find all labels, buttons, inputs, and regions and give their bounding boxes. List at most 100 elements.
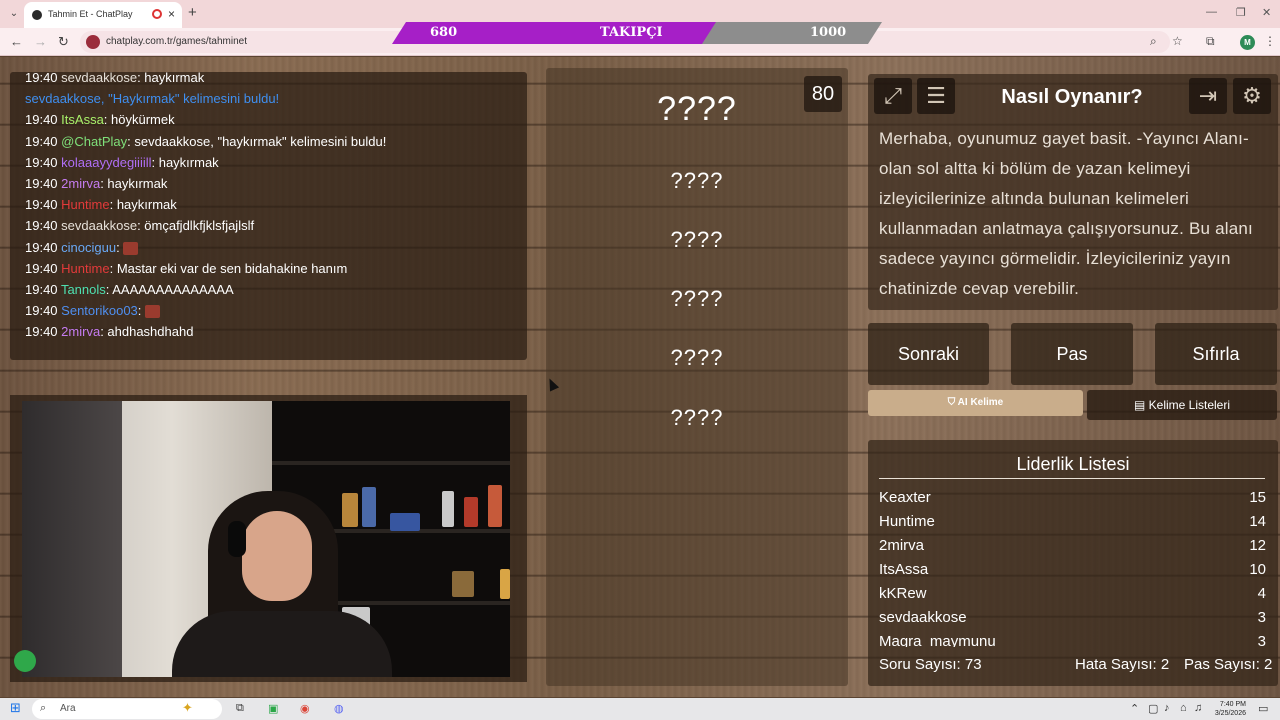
exit-icon[interactable]: ⇥ xyxy=(1189,78,1227,114)
chat-username[interactable]: kolaaayydegiiiill xyxy=(61,155,151,170)
leaderboard-row: 2mirva 12 xyxy=(879,537,1266,557)
chat-message: 19:40 Huntime: Mastar eki var de sen bid… xyxy=(25,261,347,276)
back-icon[interactable]: ← xyxy=(10,34,23,49)
url-text: chatplay.com.tr/games/tahminet xyxy=(106,36,247,47)
leaderboard-score: 3 xyxy=(1257,609,1266,626)
leaderboard-score: 4 xyxy=(1257,585,1266,602)
chat-time: 19:40 xyxy=(25,303,58,319)
word-lists-button[interactable]: ▤ Kelime Listeleri xyxy=(1087,390,1277,420)
webcam-shelf-item xyxy=(464,497,478,527)
webcam-shelf-board xyxy=(272,461,510,465)
chat-message: 19:40 Sentorikoo03: xyxy=(25,303,161,319)
next-button[interactable]: Sonraki xyxy=(868,323,989,385)
leaderboard-name: kKRew xyxy=(879,585,927,602)
ai-word-button[interactable]: ⛉ AI Kelime xyxy=(868,390,1083,416)
leaderboard-name: ItsAssa xyxy=(879,561,929,578)
tray-chevron-icon[interactable]: ⌃ xyxy=(1130,702,1139,715)
chat-time: 19:40 xyxy=(25,239,58,255)
chat-text: : ömçafjdlkfjklsfjajlslf xyxy=(137,218,255,234)
target-word: ???? xyxy=(657,90,737,128)
follower-progress-remaining xyxy=(702,22,882,44)
chat-time: 19:40 xyxy=(25,218,58,234)
site-info-icon[interactable] xyxy=(86,35,100,49)
webcam-shelf-item xyxy=(500,569,510,599)
webcam-shelf-item xyxy=(452,571,474,597)
maximize-icon[interactable]: ❐ xyxy=(1236,6,1246,19)
follower-label: TAKIPÇI xyxy=(600,25,663,40)
tab-search-icon[interactable]: ⌄ xyxy=(6,6,22,22)
chat-text: : xyxy=(137,303,142,319)
chat-username[interactable]: sevdaakkose xyxy=(61,218,137,233)
chatplay-favicon-icon xyxy=(32,10,42,20)
chat-username[interactable]: ItsAssa xyxy=(61,112,104,127)
leaderboard-row: kKRew 4 xyxy=(879,585,1266,605)
bookmark-star-icon[interactable]: ☆ xyxy=(1172,34,1183,48)
zoom-icon[interactable]: ⌕ xyxy=(1150,34,1157,49)
chat-time: 19:40 xyxy=(25,282,58,297)
webcam-shelf-item xyxy=(362,487,376,527)
chat-message: 19:40 kolaaayydegiiiill: haykırmak xyxy=(25,155,219,170)
windows-start-icon[interactable]: ⊞ xyxy=(10,700,21,716)
chat-message: 19:40 2mirva: haykırmak xyxy=(25,176,167,191)
forbidden-word: ???? xyxy=(670,168,724,193)
chat-text: : sevdaakkose, "haykırmak" kelimesini bu… xyxy=(127,133,387,149)
forward-icon[interactable]: → xyxy=(34,34,47,49)
extensions-icon[interactable]: ⧉ xyxy=(1206,34,1215,49)
shield-icon: ⛉ xyxy=(947,397,958,408)
browser-menu-icon[interactable]: ⋮ xyxy=(1264,34,1276,48)
reload-icon[interactable]: ↻ xyxy=(58,34,69,50)
network-icon[interactable]: ⌂ xyxy=(1180,702,1187,714)
emote-icon xyxy=(145,305,161,319)
microphone-icon[interactable]: ♪ xyxy=(1164,702,1170,714)
chat-username[interactable]: cinociguu xyxy=(61,240,116,255)
taskbar-clock[interactable]: 7:40 PM 3/25/2026 xyxy=(1206,700,1246,718)
task-view-icon[interactable]: ⧉ xyxy=(236,702,244,715)
fullscreen-icon[interactable]: ⤢ xyxy=(874,78,912,114)
how-to-play-text: Merhaba, oyunumuz gayet basit. -Yayıncı … xyxy=(879,129,1253,298)
copilot-sparkle-icon: ✦ xyxy=(182,700,193,715)
profile-avatar[interactable]: M xyxy=(1240,35,1255,50)
webcam-headset xyxy=(228,521,246,557)
notification-icon[interactable]: ▭ xyxy=(1258,702,1268,715)
chat-username[interactable]: Huntime xyxy=(61,197,109,212)
chat-username[interactable]: sevdaakkose xyxy=(61,72,137,85)
window-close-icon[interactable]: ✕ xyxy=(1262,6,1271,19)
minimize-icon[interactable]: — xyxy=(1206,6,1217,18)
notes-icon[interactable]: ☰ xyxy=(917,78,955,114)
webcam-shelf-item xyxy=(488,485,502,527)
taskbar-search[interactable]: ⌕ Ara ✦ xyxy=(32,699,222,719)
chat-username[interactable]: 2mirva xyxy=(61,176,100,191)
forbidden-word: ???? xyxy=(670,345,724,370)
chat-username[interactable]: @ChatPlay xyxy=(61,134,127,149)
chat-text: : AAAAAAAAAAAAAA xyxy=(105,282,234,297)
browser-tab[interactable]: Tahmin Et - ChatPlay × xyxy=(24,2,182,28)
taskbar: ⊞ ⌕ Ara ✦ ⧉ ▣ ◉ ◍ ⌃ ▢ ♪ ⌂ ♫ ▭ xyxy=(0,698,1280,720)
pass-button[interactable]: Pas xyxy=(1011,323,1133,385)
webcam-person-body xyxy=(172,611,392,677)
leaderboard-name: Huntime xyxy=(879,513,935,530)
chat-time: 19:40 xyxy=(25,176,58,191)
tray-app-icon[interactable]: ▢ xyxy=(1148,702,1158,715)
chat-username[interactable]: Tannols xyxy=(61,282,106,297)
tab-close-icon[interactable]: × xyxy=(168,7,175,21)
chat-time: 19:40 xyxy=(25,133,58,149)
emote-icon xyxy=(123,241,139,255)
settings-gear-icon[interactable]: ⚙ xyxy=(1233,78,1271,114)
webcam-video xyxy=(22,401,510,677)
chat-text: : haykırmak xyxy=(100,176,168,191)
chat-username[interactable]: Sentorikoo03 xyxy=(61,303,138,318)
chat-username[interactable]: Huntime xyxy=(61,261,109,276)
volume-icon[interactable]: ♫ xyxy=(1194,702,1202,714)
forbidden-word: ???? xyxy=(670,405,724,430)
chrome-icon[interactable]: ◉ xyxy=(300,702,310,715)
reset-button[interactable]: Sıfırla xyxy=(1155,323,1277,385)
app-icon[interactable]: ▣ xyxy=(268,702,278,715)
chat-message: 19:40 Tannols: AAAAAAAAAAAAAA xyxy=(25,282,234,297)
chat-username[interactable]: 2mirva xyxy=(61,324,100,339)
chat-message: sevdaakkose, "Haykırmak" kelimesini buld… xyxy=(25,91,279,106)
new-tab-icon[interactable]: + xyxy=(188,4,197,21)
discord-icon[interactable]: ◍ xyxy=(334,702,344,715)
leaderboard-title: Liderlik Listesi xyxy=(1016,454,1130,474)
chat-message: 19:40 sevdaakkose: haykırmak xyxy=(25,72,204,85)
chat-username[interactable]: sevdaakkose, "Haykırmak" kelimesini buld… xyxy=(25,91,279,106)
